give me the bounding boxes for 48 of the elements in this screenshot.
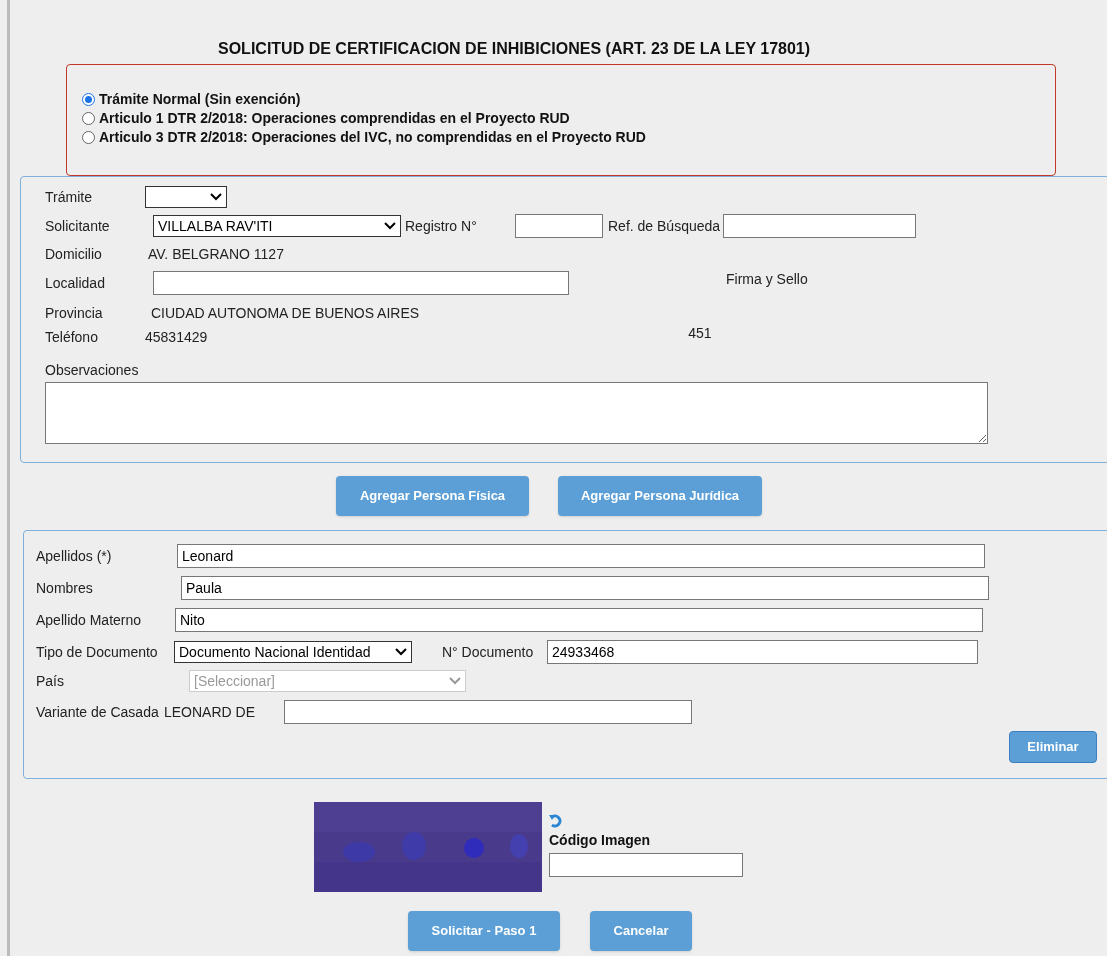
field-label: Domicilio: [45, 244, 103, 264]
chevron-down-icon: [395, 648, 407, 656]
radio-button[interactable]: [82, 130, 95, 144]
chevron-down-icon: [384, 222, 396, 230]
field-label: Apellido Materno: [36, 610, 143, 630]
field-label: Variante de Casada: [36, 702, 160, 722]
registro-field[interactable]: [515, 214, 603, 238]
field-value: AV. BELGRANO 1127: [148, 244, 284, 264]
field-label: Ref. de Búsqueda: [608, 216, 721, 236]
busqueda-field[interactable]: [723, 214, 917, 238]
captcha-field[interactable]: [549, 853, 743, 877]
chevron-down-icon: [210, 193, 222, 201]
apellidos-field[interactable]: Leonard: [177, 544, 985, 568]
localidad-field[interactable]: [153, 271, 569, 295]
document-number-field[interactable]: 24933468: [547, 640, 978, 664]
field-value: LEONARD DE: [164, 702, 257, 722]
field-label: Tipo de Documento: [36, 642, 159, 662]
field-label: Observaciones: [45, 362, 139, 378]
radio-button[interactable]: [82, 92, 95, 106]
solicitante-select[interactable]: VILLALBA RAV'ITI: [153, 215, 401, 237]
field-label: Teléfono: [45, 327, 99, 347]
field-label: Registro N°: [405, 216, 478, 236]
field-label: Solicitante: [45, 216, 111, 236]
field-label: Trámite: [45, 187, 93, 207]
field-value: CIUDAD AUTONOMA DE BUENOS AIRES: [151, 303, 420, 323]
field-value: 45831429: [145, 327, 208, 347]
radio-label[interactable]: Articulo 1 DTR 2/2018: Operaciones comprendidas en el Proyecto RUD: [99, 107, 570, 129]
field-label: N° Documento: [442, 642, 535, 662]
refresh-icon[interactable]: [549, 814, 564, 828]
casada-field[interactable]: [284, 700, 692, 724]
observaciones-field[interactable]: [45, 382, 988, 444]
radio-label[interactable]: Articulo 3 DTR 2/2018: Operaciones del IVC, no comprendidas en el Proyecto RUD: [99, 126, 646, 148]
field-label: Apellidos (*): [36, 546, 113, 566]
tramite-select[interactable]: [145, 186, 227, 208]
field-label: Localidad: [45, 273, 106, 293]
signature-label: Firma y Sello: [726, 269, 808, 289]
radio-label[interactable]: Trámite Normal (Sin exención): [99, 88, 301, 110]
chevron-down-icon: [449, 677, 461, 685]
field-label: Nombres: [36, 578, 94, 598]
radio-button[interactable]: [82, 111, 95, 125]
signature-number: 451: [688, 323, 712, 343]
nombres-field[interactable]: Paula: [181, 576, 989, 600]
field-label: País: [36, 671, 65, 691]
captcha-label: Código Imagen: [549, 831, 652, 850]
document-type-select[interactable]: Documento Nacional Identidad: [174, 641, 412, 663]
field-label: Provincia: [45, 303, 104, 323]
materno-field[interactable]: Nito: [175, 608, 983, 632]
form-title: SOLICITUD DE CERTIFICACION DE INHIBICIONES (ART. 23 DE LA LEY 17801): [218, 39, 812, 59]
